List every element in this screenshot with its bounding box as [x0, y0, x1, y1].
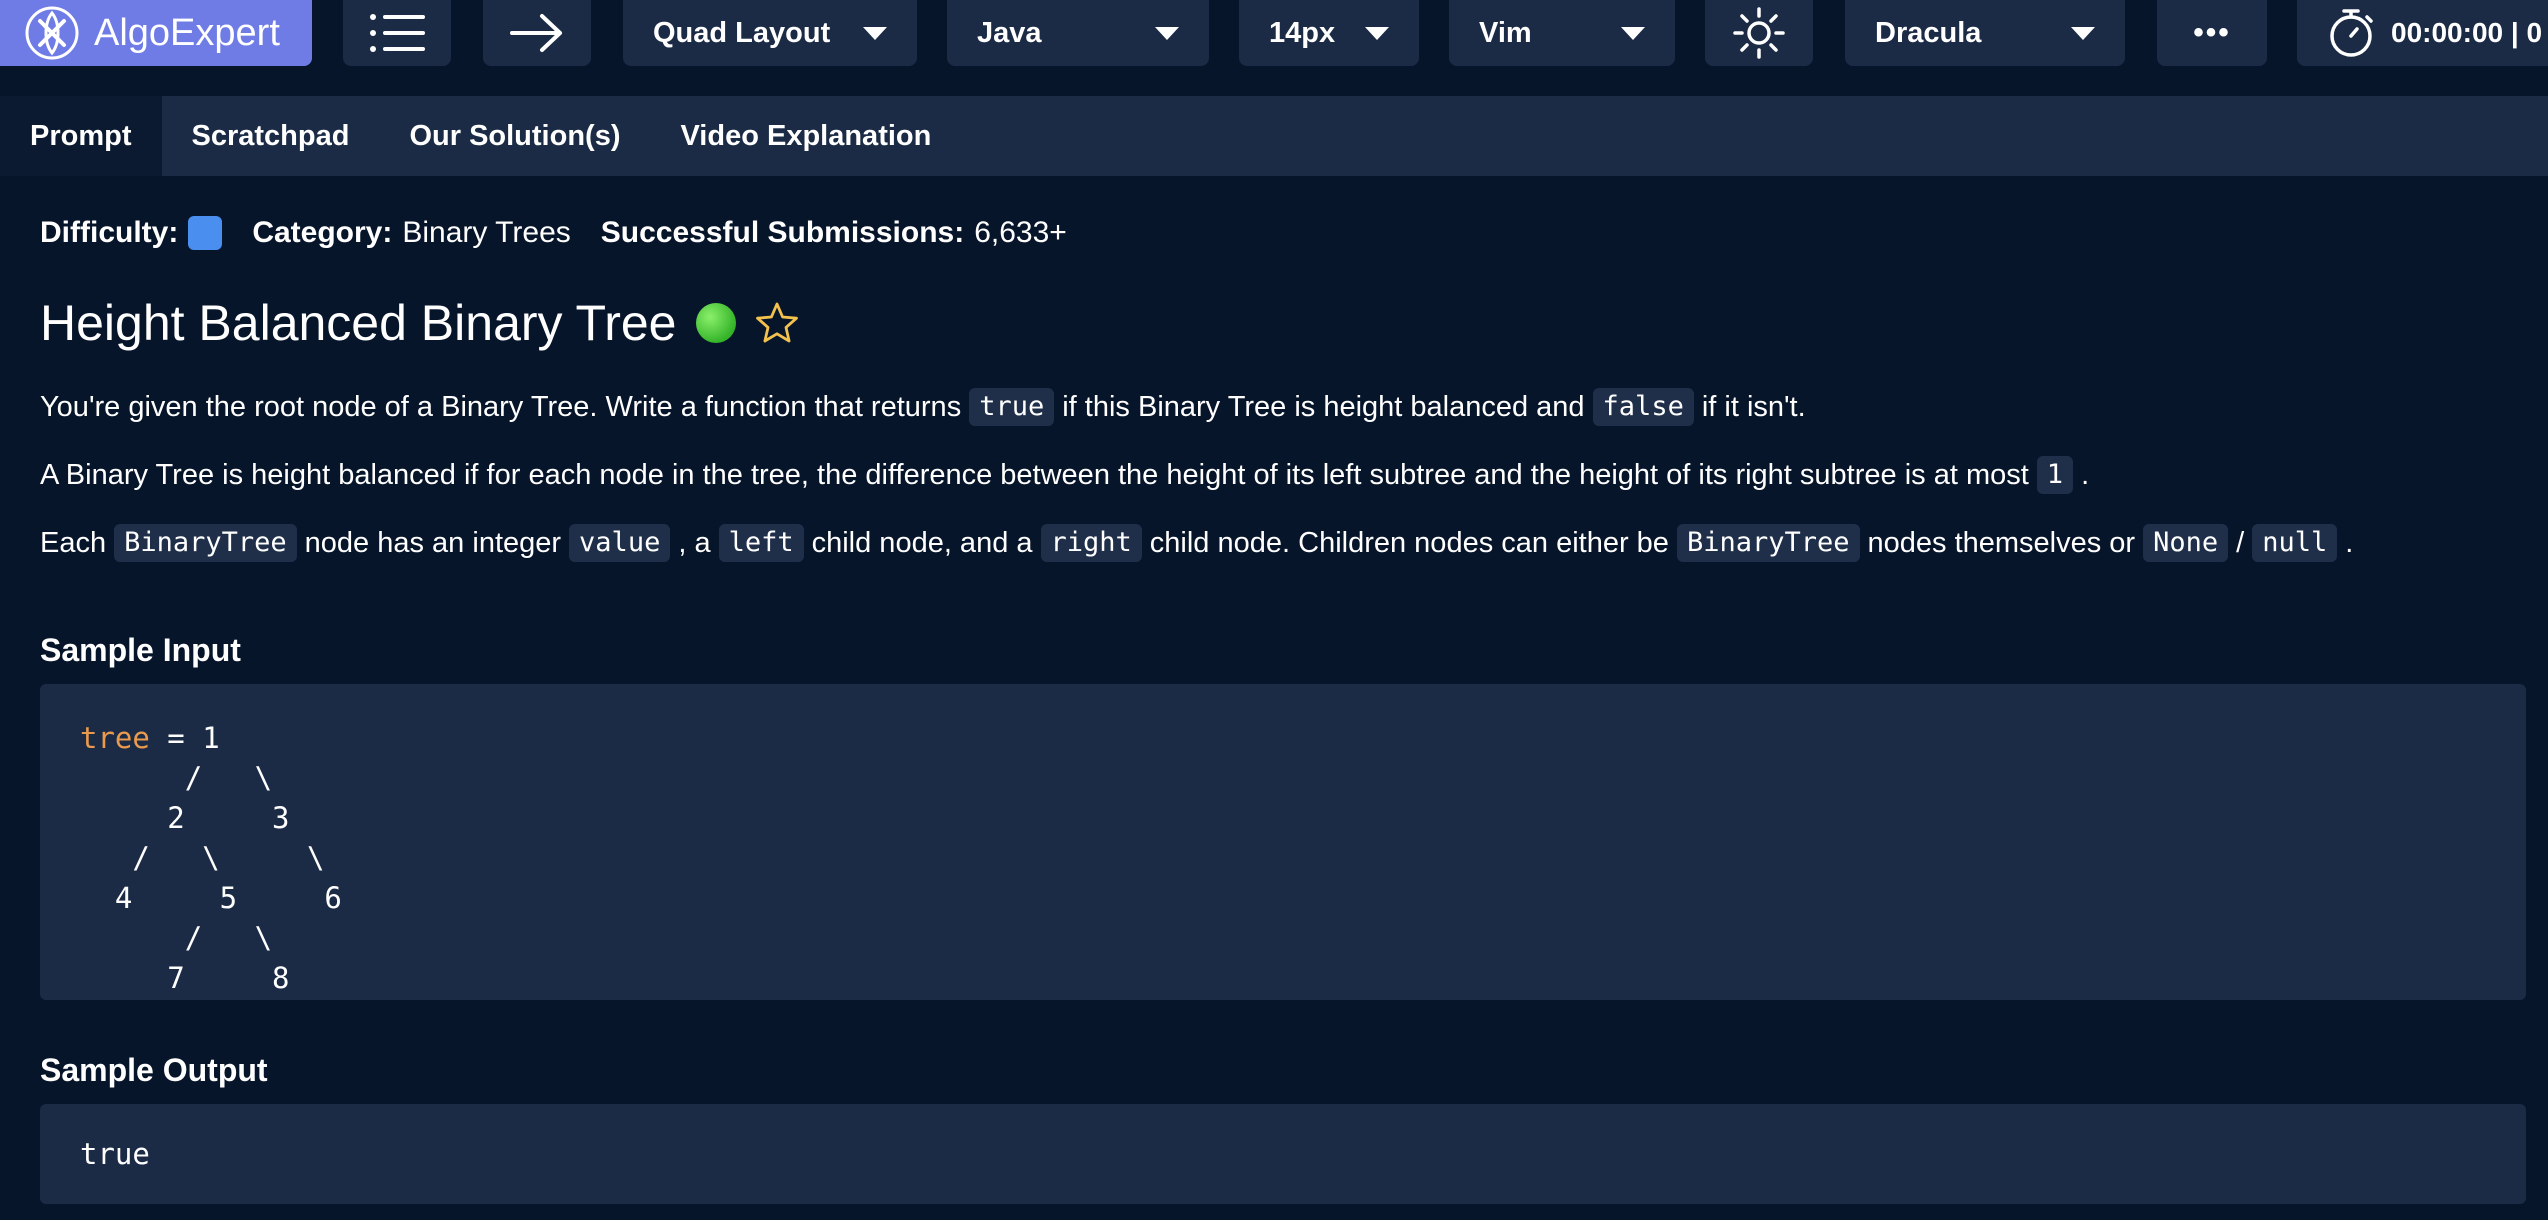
chevron-down-icon: [1621, 26, 1645, 40]
more-icon: •••: [2193, 16, 2231, 49]
language-dropdown-label: Java: [977, 16, 1042, 49]
paragraph-text: , a: [678, 526, 711, 559]
category-label: Category:: [252, 216, 393, 249]
difficulty-label: Difficulty:: [40, 216, 179, 249]
stopwatch-icon: [2330, 9, 2373, 57]
sample-input-block: tree = 1 / \ 2 3 / \ \ 4 5 6 / \ 7 8: [40, 684, 2526, 1000]
prompt-paragraph-3: Each BinaryTree node has an integer valu…: [40, 524, 2354, 563]
list-icon: [370, 14, 425, 52]
inline-code: BinaryTree: [114, 524, 297, 563]
inline-code: true: [969, 388, 1055, 427]
inline-code: right: [1040, 524, 1142, 563]
paragraph-text: Each: [40, 526, 107, 559]
paragraph-text: node has an integer: [304, 526, 562, 559]
inline-code: left: [718, 524, 804, 563]
chevron-down-icon: [1155, 26, 1179, 40]
timer-button[interactable]: 00:00:00 | 0: [2297, 0, 2548, 66]
theme-toggle-button[interactable]: [1705, 0, 1813, 66]
logo-icon: [25, 6, 79, 60]
prompt-tabs: Prompt Scratchpad Our Solution(s) Video …: [0, 96, 2548, 176]
question-meta: Difficulty: Category: Binary Trees Succe…: [40, 216, 1067, 250]
paragraph-text: A Binary Tree is height balanced if for …: [40, 458, 2029, 491]
top-toolbar: AlgoExpert Quad Layout Java 14px Vim Dra…: [0, 0, 2548, 80]
keymap-dropdown-label: Vim: [1479, 16, 1532, 49]
sample-input-code: tree = 1 / \ 2 3 / \ \ 4 5 6 / \ 7 8: [80, 718, 2486, 998]
layout-dropdown-label: Quad Layout: [653, 16, 831, 49]
inline-code: None: [2143, 524, 2229, 563]
sun-icon: [1733, 7, 1785, 59]
difficulty-indicator: [188, 216, 223, 250]
paragraph-text: .: [2081, 458, 2090, 491]
sample-input-heading: Sample Input: [40, 632, 241, 668]
category-value: Binary Trees: [402, 216, 571, 249]
inline-code: 1: [2036, 456, 2074, 495]
more-options-button[interactable]: •••: [2157, 0, 2267, 66]
star-icon[interactable]: [754, 300, 800, 346]
tab-prompt[interactable]: Prompt: [0, 96, 162, 176]
logo-text: AlgoExpert: [94, 11, 280, 54]
inline-code: BinaryTree: [1676, 524, 1860, 563]
language-dropdown[interactable]: Java: [947, 0, 1209, 66]
submissions-value: 6,633+: [974, 216, 1067, 249]
paragraph-text: if it isn't.: [1701, 390, 1806, 423]
title-row: Height Balanced Binary Tree: [40, 294, 800, 352]
tab-our-solutions[interactable]: Our Solution(s): [379, 96, 650, 176]
tab-scratchpad[interactable]: Scratchpad: [162, 96, 380, 176]
chevron-down-icon: [2071, 26, 2095, 40]
paragraph-text: child node, and a: [811, 526, 1033, 559]
next-question-button[interactable]: [483, 0, 591, 66]
list-menu-button[interactable]: [343, 0, 451, 66]
keymap-dropdown[interactable]: Vim: [1449, 0, 1675, 66]
paragraph-text: /: [2236, 526, 2245, 559]
editor-theme-dropdown[interactable]: Dracula: [1845, 0, 2125, 66]
paragraph-text: child node. Children nodes can either be: [1149, 526, 1669, 559]
paragraph-text: nodes themselves or: [1867, 526, 2136, 559]
prompt-paragraph-1: You're given the root node of a Binary T…: [40, 388, 1806, 427]
chevron-down-icon: [863, 26, 887, 40]
inline-code: null: [2252, 524, 2338, 563]
tab-video-explanation[interactable]: Video Explanation: [650, 96, 961, 176]
editor-theme-dropdown-label: Dracula: [1875, 16, 1982, 49]
chevron-down-icon: [1365, 26, 1389, 40]
font-size-dropdown-label: 14px: [1269, 16, 1336, 49]
layout-dropdown[interactable]: Quad Layout: [623, 0, 917, 66]
sample-output-heading: Sample Output: [40, 1052, 268, 1088]
sample-output-block: true: [40, 1104, 2526, 1204]
paragraph-text: You're given the root node of a Binary T…: [40, 390, 962, 423]
tree-diagram-text: / \ 2 3 / \ \ 4 5 6 / \ 7 8: [114, 761, 342, 995]
prompt-paragraph-2: A Binary Tree is height balanced if for …: [40, 456, 2090, 495]
font-size-dropdown[interactable]: 14px: [1239, 0, 1419, 66]
algoexpert-logo[interactable]: AlgoExpert: [0, 0, 312, 66]
page-title: Height Balanced Binary Tree: [40, 295, 677, 351]
completion-status-icon: [696, 303, 737, 343]
inline-code: false: [1592, 388, 1694, 427]
paragraph-text: .: [2345, 526, 2354, 559]
arrow-right-icon: [510, 14, 562, 52]
variable-name: tree: [80, 721, 150, 755]
paragraph-text: if this Binary Tree is height balanced a…: [1062, 390, 1585, 423]
timer-text: 00:00:00 | 0: [2391, 17, 2543, 48]
sample-output-code: true: [80, 1137, 150, 1171]
code-text: = 1: [149, 721, 220, 755]
submissions-label: Successful Submissions:: [600, 216, 965, 249]
inline-code: value: [569, 524, 671, 563]
